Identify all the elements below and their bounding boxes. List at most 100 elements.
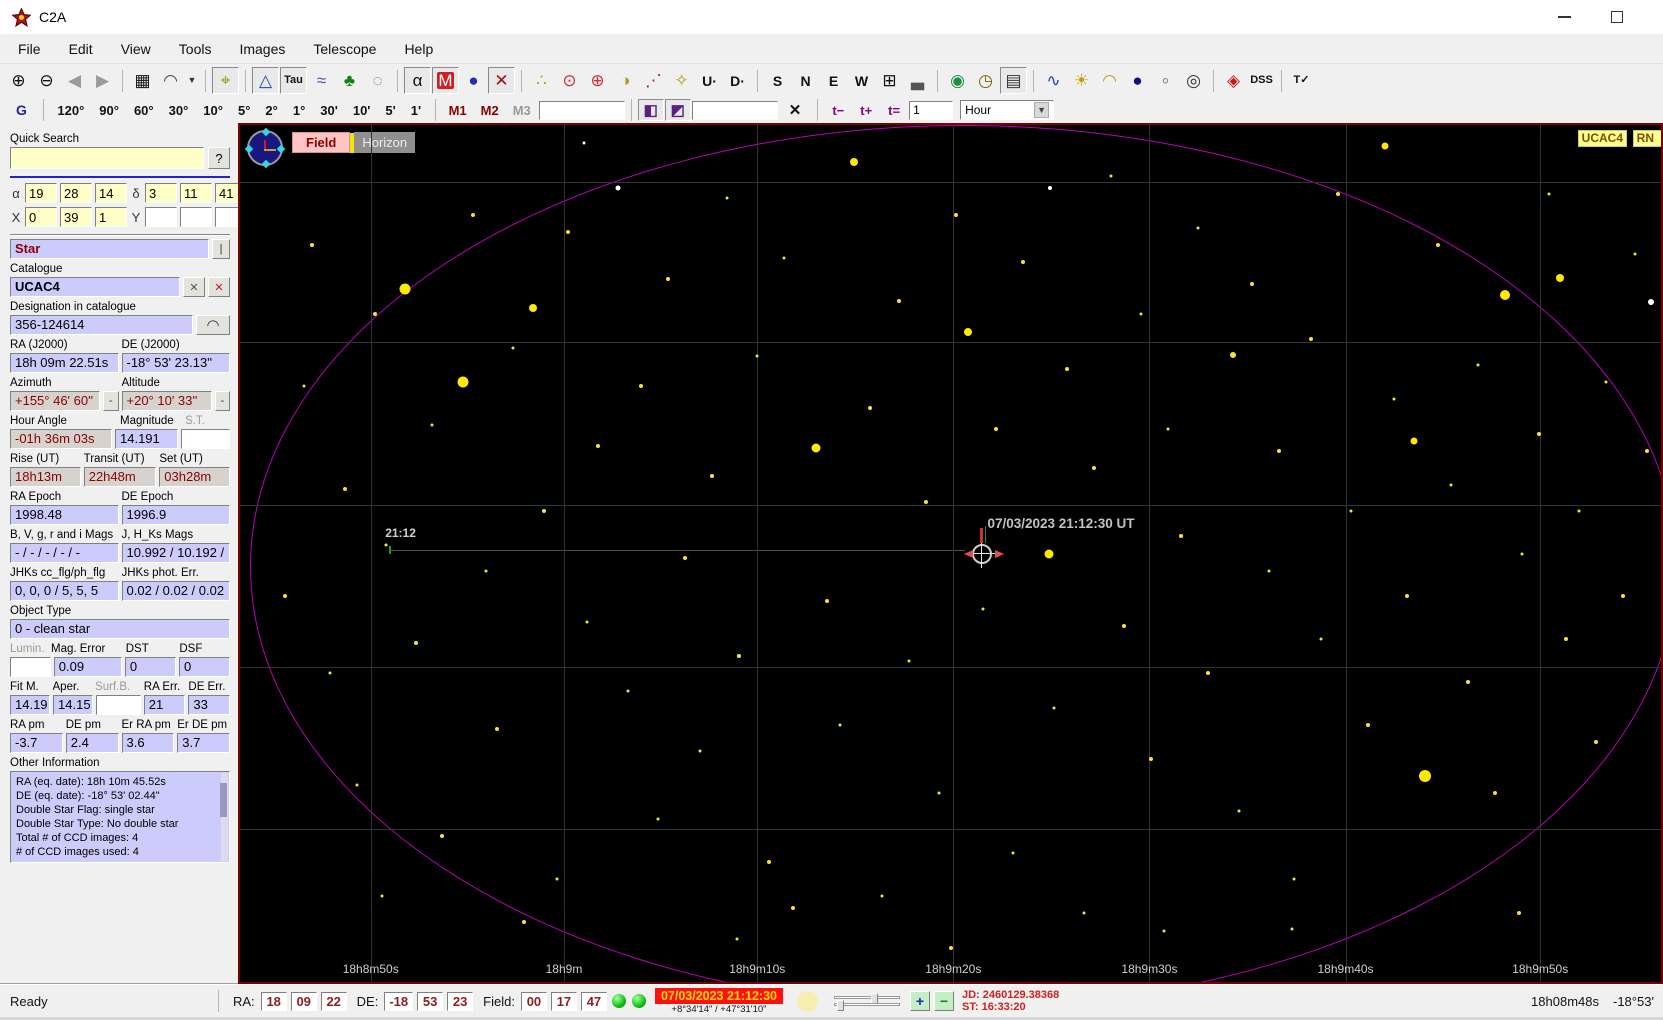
east-button[interactable]: E — [820, 67, 847, 94]
quick-search-input[interactable] — [10, 147, 204, 169]
asteroids-icon[interactable]: ⋰ — [640, 67, 667, 94]
transit-field[interactable]: 22h48m — [83, 467, 157, 487]
lumin-field[interactable] — [10, 657, 51, 677]
menu-view[interactable]: View — [121, 41, 151, 57]
zoom-slider[interactable] — [834, 1000, 901, 1011]
dsf-field[interactable]: 0 — [178, 657, 231, 677]
menu-telescope[interactable]: Telescope — [313, 41, 376, 57]
menu-tools[interactable]: Tools — [179, 41, 212, 57]
fov-button-5min[interactable]: 5' — [378, 99, 403, 121]
ra-seconds-input[interactable] — [95, 183, 127, 203]
pan-view-icon[interactable]: ⊞ — [876, 67, 903, 94]
object-class-button[interactable]: | — [212, 239, 230, 259]
de-s-field[interactable]: 23 — [447, 991, 474, 1011]
de-pm-field[interactable]: 2.4 — [65, 733, 119, 753]
west-button[interactable]: W — [848, 67, 875, 94]
menu-edit[interactable]: Edit — [69, 41, 93, 57]
time-set-button[interactable]: t= — [880, 99, 908, 121]
fov-button-5deg[interactable]: 5° — [230, 99, 257, 121]
object-type-field[interactable]: 0 - clean star — [10, 619, 230, 639]
de-error-field[interactable]: 33 — [188, 695, 230, 715]
telescope-connection-icon[interactable]: T✓ — [1288, 67, 1315, 94]
planet-positions-icon[interactable]: ⊙ — [556, 67, 583, 94]
object-class-field[interactable]: Star — [10, 239, 209, 259]
memory-input[interactable] — [538, 100, 625, 120]
sidereal-time-field[interactable] — [181, 429, 230, 449]
ra-error-field[interactable]: 21 — [143, 695, 186, 715]
set-field[interactable]: 03h28m — [159, 467, 230, 487]
center-on-coordinates-icon[interactable]: ⌖ — [212, 67, 239, 94]
azimuth-field[interactable]: +155° 46' 60'' — [10, 391, 101, 411]
ra-epoch-field[interactable]: 1998.48 — [10, 505, 119, 525]
menu-file[interactable]: File — [18, 41, 41, 57]
de-j2000-field[interactable]: -18° 53' 23.13'' — [121, 353, 230, 373]
altitude-format-button[interactable]: - — [214, 391, 230, 411]
x3-input[interactable] — [95, 207, 127, 227]
horizon-altitude-icon[interactable]: ◠ — [1096, 67, 1123, 94]
goto-button[interactable]: G — [6, 99, 37, 121]
jhks-mags-field[interactable]: 10.992 / 10.192 / — [121, 543, 230, 563]
grid-icon[interactable]: ▦ — [129, 67, 156, 94]
designation-field[interactable]: 356-124614 — [10, 315, 193, 335]
time-plus-button[interactable]: t+ — [852, 99, 880, 121]
de-minutes-input[interactable] — [180, 183, 212, 203]
zoom-out-icon[interactable]: ⊖ — [33, 67, 60, 94]
surface-brightness-field[interactable] — [96, 695, 141, 715]
jhks-flags-field[interactable]: 0, 0, 0 / 5, 5, 5 — [10, 581, 119, 601]
altitude-field[interactable]: +20° 10' 33'' — [121, 391, 212, 411]
comets-icon[interactable]: ✧ — [668, 67, 695, 94]
fov-button-2deg[interactable]: 2° — [258, 99, 285, 121]
help-button[interactable]: ? — [208, 147, 230, 169]
time-minus-button[interactable]: − — [934, 991, 955, 1011]
fov-button-10deg[interactable]: 10° — [196, 99, 231, 121]
fov-button-10min[interactable]: 10' — [345, 99, 378, 121]
de-epoch-field[interactable]: 1996.9 — [121, 505, 230, 525]
other-information-box[interactable]: RA (eq. date): 18h 10m 45.52s DE (eq. dat… — [10, 771, 230, 863]
time-unit-select[interactable]: Hour ▼ — [960, 100, 1055, 120]
memory-button-m3[interactable]: M3 — [506, 99, 538, 121]
sun-icon[interactable]: ☀ — [1068, 67, 1095, 94]
er-de-pm-field[interactable]: 3.7 — [177, 733, 230, 753]
full-sky-view-icon[interactable]: ✕ — [488, 67, 515, 94]
time-minus-button[interactable]: t− — [824, 99, 852, 121]
orbit-ellipse-icon[interactable]: ⊕ — [584, 67, 611, 94]
de-m-field[interactable]: 53 — [417, 991, 444, 1011]
menu-help[interactable]: Help — [404, 41, 433, 57]
mag-error-field[interactable]: 0.09 — [53, 657, 122, 677]
fov-button-90deg[interactable]: 90° — [92, 99, 127, 121]
rise-field[interactable]: 18h13m — [10, 467, 81, 487]
earth-location-icon[interactable]: ◉ — [944, 67, 971, 94]
ra-s-field[interactable]: 22 — [320, 991, 347, 1011]
y1-input[interactable] — [145, 207, 177, 227]
field-s-field[interactable]: 47 — [580, 991, 607, 1011]
fov-button-1deg[interactable]: 1° — [285, 99, 312, 121]
history-forward-icon[interactable]: ▶ — [89, 67, 116, 94]
magnitude-field[interactable]: 14.191 — [115, 429, 179, 449]
uranus-toggle-button[interactable]: U· — [696, 67, 723, 94]
current-datetime[interactable]: 07/03/2023 21:12:30 — [654, 987, 784, 1004]
designation-toggle-button[interactable]: D· — [724, 67, 751, 94]
memory-button-m2[interactable]: M2 — [474, 99, 506, 121]
zoom-in-icon[interactable]: ⊕ — [5, 67, 32, 94]
hour-angle-field[interactable]: -01h 36m 03s — [10, 429, 112, 449]
sky-chart[interactable]: Field Horizon UCAC4 RN 21:12 07/03/2023 … — [238, 123, 1663, 984]
ra-h-field[interactable]: 18 — [260, 991, 287, 1011]
fov-button-30min[interactable]: 30' — [313, 99, 346, 121]
star-names-icon[interactable]: α — [404, 67, 431, 94]
ra-minutes-input[interactable] — [60, 183, 92, 203]
fov-button-60deg[interactable]: 60° — [126, 99, 161, 121]
y2-input[interactable] — [180, 207, 212, 227]
south-button[interactable]: S — [764, 67, 791, 94]
dome-dropdown-icon[interactable]: ▼ — [185, 67, 199, 94]
horizon-scenery-icon[interactable]: ♣ — [336, 67, 363, 94]
de-seconds-input[interactable] — [215, 183, 238, 203]
fov-button-120deg[interactable]: 120° — [50, 99, 92, 121]
ra-pm-field[interactable]: -3.7 — [10, 733, 63, 753]
x2-input[interactable] — [60, 207, 92, 227]
observatory-dome-icon[interactable]: ◠ — [157, 67, 184, 94]
time-settings-icon[interactable]: ◷ — [972, 67, 999, 94]
jhks-phot-err-field[interactable]: 0.02 / 0.02 / 0.02 — [121, 581, 230, 601]
catalogue-close-button[interactable]: ✕ — [208, 277, 230, 297]
flip-vertical-button[interactable]: ◩ — [664, 99, 691, 121]
maximize-button[interactable] — [1611, 11, 1623, 23]
